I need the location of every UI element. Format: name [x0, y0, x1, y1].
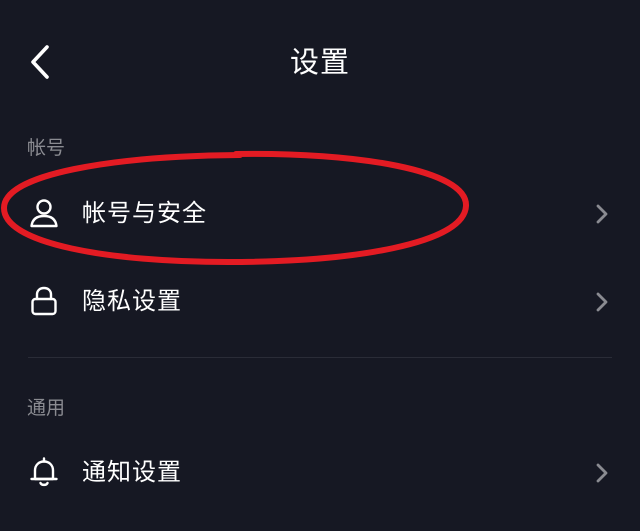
- chevron-right-icon: [592, 200, 612, 228]
- settings-item-notifications[interactable]: 通知设置: [0, 436, 640, 508]
- top-bar: 设置: [0, 0, 640, 124]
- bell-icon: [26, 454, 62, 490]
- lock-icon: [26, 283, 62, 319]
- page-title: 设置: [289, 45, 350, 79]
- chevron-right-icon: [592, 288, 612, 316]
- settings-screen: 设置 帐号 帐号与安全 隐私设置 通用 通知设置: [0, 0, 640, 531]
- section-label-account: 帐号: [27, 137, 66, 159]
- settings-item-privacy[interactable]: 隐私设置: [0, 265, 640, 337]
- section-divider: [28, 357, 612, 358]
- settings-item-account-security[interactable]: 帐号与安全: [0, 177, 640, 249]
- settings-item-label: 隐私设置: [82, 287, 182, 315]
- section-label-general: 通用: [27, 397, 66, 419]
- settings-item-label: 通知设置: [82, 458, 182, 486]
- settings-item-label: 帐号与安全: [82, 199, 207, 227]
- person-icon: [26, 195, 62, 231]
- chevron-right-icon: [592, 459, 612, 487]
